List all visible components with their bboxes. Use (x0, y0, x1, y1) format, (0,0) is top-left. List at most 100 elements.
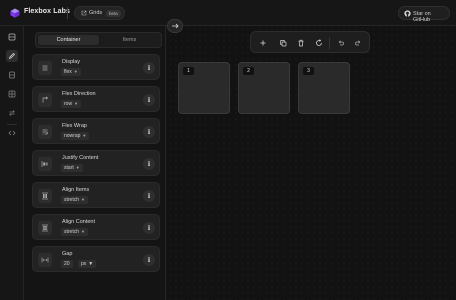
item-number-badge: 1 (183, 67, 194, 75)
property-align-content: Align Content stretch ▼ i (32, 214, 160, 240)
select-value: stretch (64, 229, 80, 235)
item-number-badge: 2 (243, 67, 254, 75)
select-value: stretch (64, 197, 80, 203)
flex-item[interactable]: 3 (298, 62, 350, 114)
rail-database-button[interactable] (6, 69, 18, 81)
header-divider (67, 7, 68, 19)
gap-icon (38, 253, 52, 267)
add-item-button[interactable] (257, 37, 269, 49)
brand-name[interactable]: Flexbox Labs (24, 8, 70, 15)
rail-swap-button[interactable] (6, 107, 18, 119)
property-label: Gap (62, 251, 73, 257)
gap-value-input[interactable]: 20 (61, 260, 73, 268)
property-justify-content: Justify Content start ▼ i (32, 150, 160, 176)
align-content-select[interactable]: stretch ▼ (61, 228, 88, 236)
chevron-down-icon: ▼ (81, 197, 85, 202)
select-value: start (64, 165, 74, 171)
swap-icon (9, 110, 15, 116)
tab-container[interactable]: Container (38, 35, 99, 45)
layout-icon (8, 33, 16, 41)
align-content-icon (38, 221, 52, 235)
rail-code-button[interactable] (6, 127, 18, 139)
arrow-right-icon (172, 23, 179, 29)
grid-icon (8, 90, 16, 98)
reset-button[interactable] (313, 37, 325, 49)
align-items-select[interactable]: stretch ▼ (61, 196, 88, 204)
tab-items[interactable]: Items (99, 35, 160, 45)
property-label: Flex Direction (62, 91, 96, 97)
info-button[interactable]: i (143, 126, 155, 138)
info-icon: i (147, 192, 151, 200)
select-value: flex (64, 69, 72, 75)
redo-icon (355, 40, 361, 46)
info-button[interactable]: i (143, 190, 155, 202)
gap-unit: px (81, 261, 87, 267)
property-align-items: Align Items stretch ▼ i (32, 182, 160, 208)
canvas-toolbar (250, 31, 370, 53)
property-gap: Gap 20 px ▼ i (32, 246, 160, 272)
pencil-icon (8, 53, 15, 60)
info-button[interactable]: i (143, 158, 155, 170)
delete-button[interactable] (295, 37, 307, 49)
chevron-down-icon: ▼ (74, 101, 79, 106)
grids-link[interactable]: Grids beta (74, 6, 125, 20)
github-star-button[interactable]: Star on GitHub (398, 6, 450, 23)
cube-logo-icon (10, 8, 20, 18)
property-flex-wrap: Flex Wrap nowrap ▼ i (32, 118, 160, 144)
rail-grid-button[interactable] (6, 88, 18, 100)
flex-wrap-select[interactable]: nowrap ▼ (61, 132, 90, 140)
direction-icon (38, 93, 52, 107)
github-icon (404, 10, 411, 17)
align-items-icon (38, 189, 52, 203)
property-label: Justify Content (62, 155, 99, 161)
property-label: Flex Wrap (62, 123, 87, 129)
justify-content-select[interactable]: start ▼ (61, 164, 83, 172)
chevron-down-icon: ▼ (88, 261, 94, 267)
database-icon (9, 71, 15, 79)
trash-icon (298, 39, 304, 47)
property-display: Display flex ▼ i (32, 54, 160, 80)
info-button[interactable]: i (143, 62, 155, 74)
chevron-down-icon: ▼ (73, 69, 78, 74)
add-icon (260, 40, 266, 46)
collapse-panel-button[interactable] (167, 19, 183, 33)
flex-item[interactable]: 2 (238, 62, 290, 114)
chevron-down-icon: ▼ (82, 133, 87, 138)
property-label: Align Items (62, 187, 90, 193)
item-number-badge: 3 (303, 67, 314, 75)
flex-item[interactable]: 1 (178, 62, 230, 114)
gap-value: 20 (64, 261, 70, 267)
undo-icon (338, 40, 344, 46)
rail-divider (7, 124, 17, 125)
toolbar-divider (329, 37, 330, 49)
info-button[interactable]: i (143, 94, 155, 106)
property-label: Align Content (62, 219, 96, 225)
left-rail (0, 26, 24, 300)
duplicate-button[interactable] (277, 37, 289, 49)
code-icon (8, 130, 16, 136)
properties-panel: Container Items Display flex ▼ i Flex Dir… (28, 26, 166, 300)
undo-button[interactable] (335, 37, 347, 49)
rail-edit-button[interactable] (6, 50, 18, 62)
chevron-down-icon: ▼ (81, 229, 85, 234)
justify-icon (38, 157, 52, 171)
chevron-down-icon: ▼ (75, 165, 80, 170)
display-icon (38, 61, 52, 75)
rail-layout-button[interactable] (6, 31, 18, 43)
info-button[interactable]: i (143, 222, 155, 234)
copy-icon (280, 40, 287, 47)
wrap-icon (38, 125, 52, 139)
external-link-icon (81, 10, 87, 16)
property-label: Display (62, 59, 81, 65)
redo-button[interactable] (352, 37, 364, 49)
display-select[interactable]: flex ▼ (61, 68, 81, 76)
info-icon: i (147, 256, 151, 264)
info-icon: i (147, 128, 151, 136)
flex-direction-select[interactable]: row ▼ (61, 100, 82, 108)
panel-tabs: Container Items (35, 32, 162, 48)
gap-unit-select[interactable]: px ▼ (78, 260, 97, 268)
top-header: Flexbox Labs Grids beta Star on GitHub (0, 0, 456, 26)
info-button[interactable]: i (143, 254, 155, 266)
info-icon: i (147, 160, 151, 168)
github-label: Star on GitHub (413, 10, 431, 23)
